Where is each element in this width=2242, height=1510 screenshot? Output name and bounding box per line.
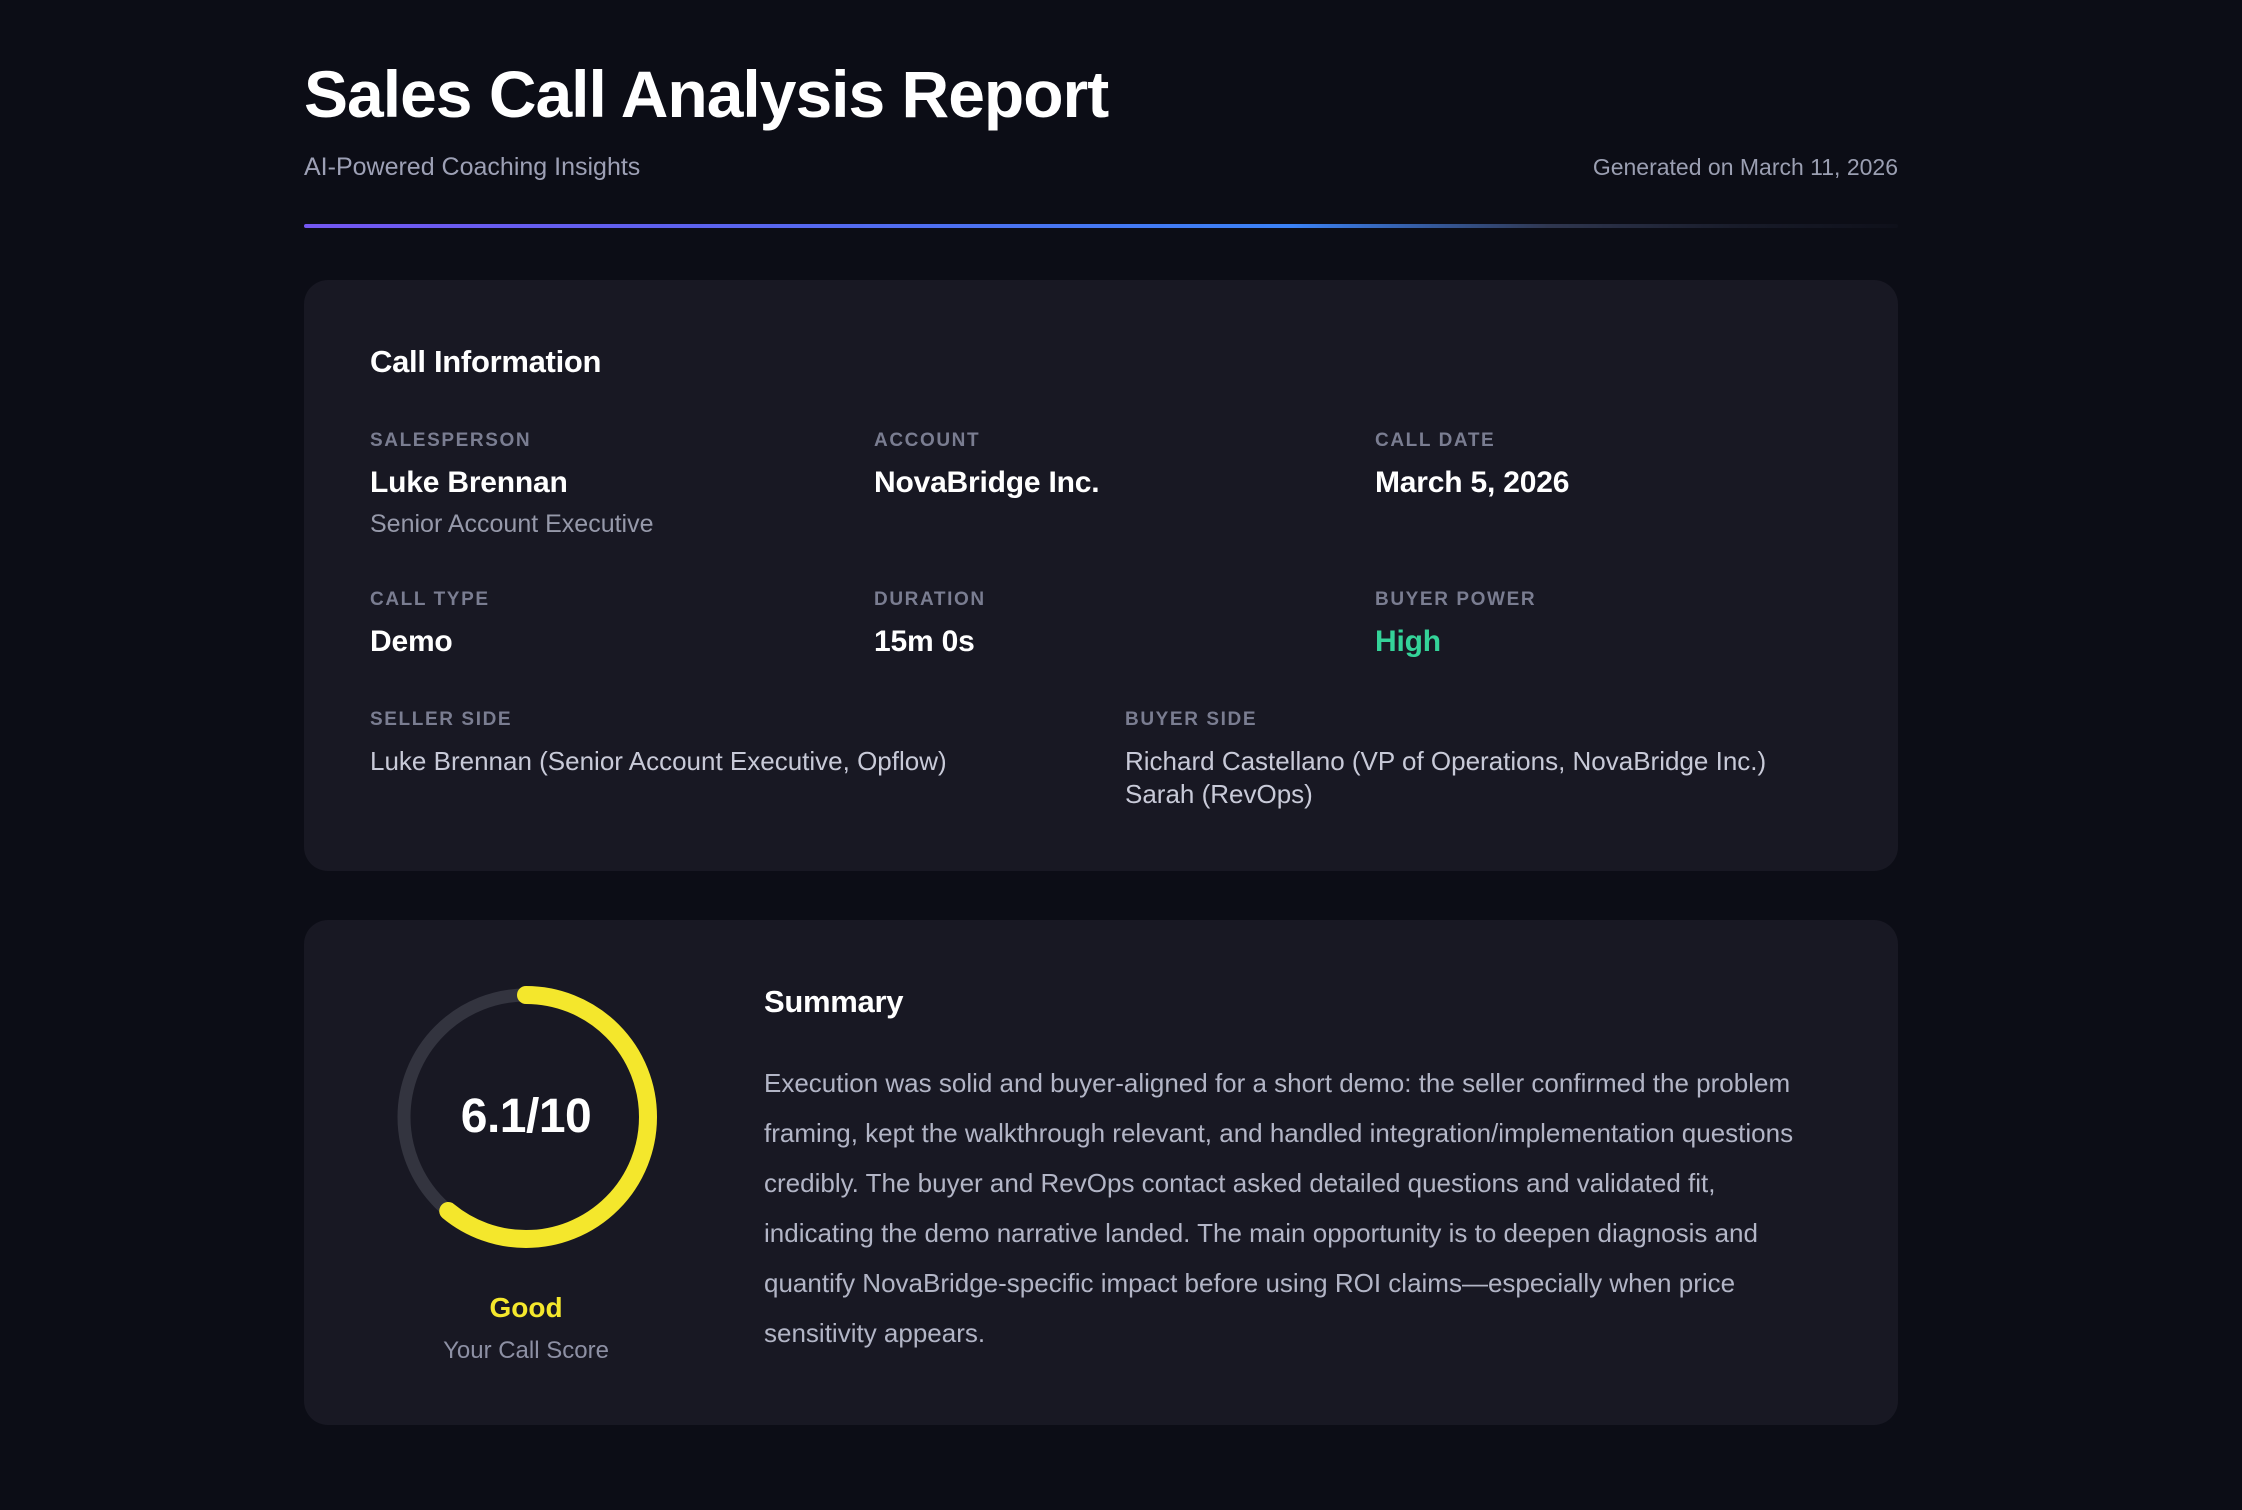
page-title: Sales Call Analysis Report: [304, 58, 1898, 131]
buyer-side-line-1: Richard Castellano (VP of Operations, No…: [1125, 745, 1832, 778]
seller-side-person: Luke Brennan (Senior Account Executive, …: [370, 745, 1125, 778]
field-value: Luke Brennan: [370, 466, 874, 500]
generated-date: Generated on March 11, 2026: [1593, 154, 1898, 181]
buyer-side-person: Richard Castellano (VP of Operations, No…: [1125, 745, 1832, 811]
summary-heading: Summary: [764, 984, 1832, 1020]
score-display: 6.1/10: [393, 984, 659, 1250]
call-info-row-3: SELLER SIDE Luke Brennan (Senior Account…: [370, 709, 1832, 811]
field-value: March 5, 2026: [1375, 466, 1832, 500]
summary-column: Summary Execution was solid and buyer-al…: [764, 984, 1832, 1365]
field-call-type: CALL TYPE Demo: [370, 589, 874, 659]
header-row: AI-Powered Coaching Insights Generated o…: [304, 153, 1898, 182]
field-label: CALL TYPE: [370, 589, 874, 611]
field-value: NovaBridge Inc.: [874, 466, 1375, 500]
page-subtitle: AI-Powered Coaching Insights: [304, 153, 640, 182]
field-label: CALL DATE: [1375, 430, 1832, 452]
field-duration: DURATION 15m 0s: [874, 589, 1375, 659]
field-label: ACCOUNT: [874, 430, 1375, 452]
field-salesperson: SALESPERSON Luke Brennan Senior Account …: [370, 430, 874, 539]
score-gauge: 6.1/10: [393, 984, 659, 1250]
field-buyer-side: BUYER SIDE Richard Castellano (VP of Ope…: [1125, 709, 1832, 811]
field-label: DURATION: [874, 589, 1375, 611]
field-buyer-power: BUYER POWER High: [1375, 589, 1832, 659]
summary-card: 6.1/10 Good Your Call Score Summary Exec…: [304, 920, 1898, 1425]
report-page: Sales Call Analysis Report AI-Powered Co…: [304, 0, 1898, 1425]
buyer-side-line-2: Sarah (RevOps): [1125, 778, 1832, 811]
field-label: SELLER SIDE: [370, 709, 1125, 731]
buyer-power-value: High: [1375, 625, 1832, 659]
accent-divider: [304, 224, 1898, 228]
field-account: ACCOUNT NovaBridge Inc.: [874, 430, 1375, 539]
field-label: BUYER POWER: [1375, 589, 1832, 611]
score-rating: Good: [489, 1292, 562, 1324]
field-label: BUYER SIDE: [1125, 709, 1832, 731]
field-seller-side: SELLER SIDE Luke Brennan (Senior Account…: [370, 709, 1125, 811]
call-info-heading: Call Information: [370, 344, 1832, 380]
call-info-row-1: SALESPERSON Luke Brennan Senior Account …: [370, 430, 1832, 539]
field-sub: Senior Account Executive: [370, 510, 874, 539]
call-info-card: Call Information SALESPERSON Luke Brenna…: [304, 280, 1898, 871]
field-call-date: CALL DATE March 5, 2026: [1375, 430, 1832, 539]
field-value: Demo: [370, 625, 874, 659]
score-caption: Your Call Score: [443, 1337, 609, 1365]
field-value: 15m 0s: [874, 625, 1375, 659]
call-info-row-2: CALL TYPE Demo DURATION 15m 0s BUYER POW…: [370, 589, 1832, 659]
field-label: SALESPERSON: [370, 430, 874, 452]
summary-text: Execution was solid and buyer-aligned fo…: [764, 1058, 1832, 1358]
score-column: 6.1/10 Good Your Call Score: [370, 984, 682, 1365]
